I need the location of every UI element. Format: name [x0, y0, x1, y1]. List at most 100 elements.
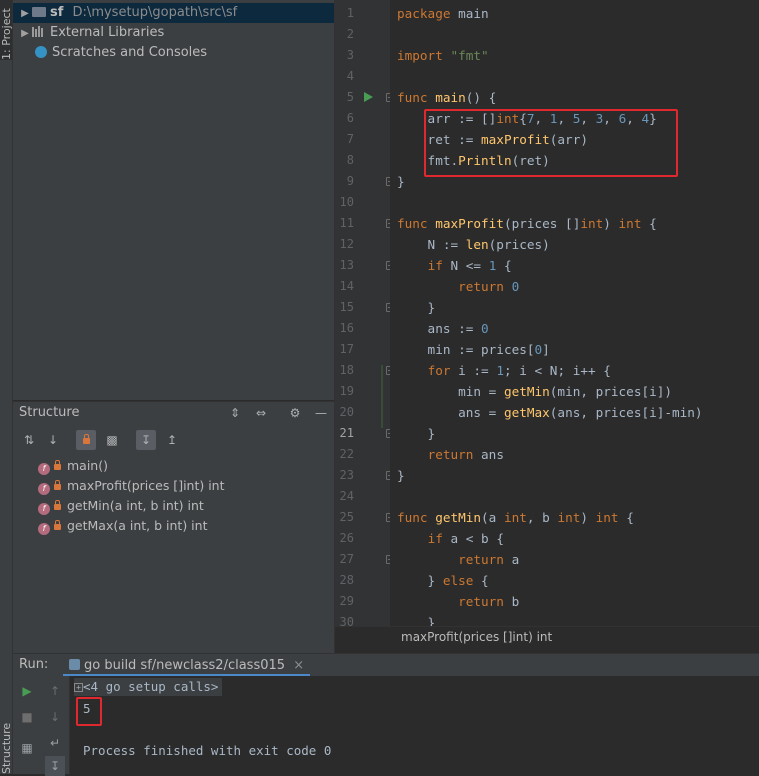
code-line: ans := 0	[397, 321, 489, 336]
line-number: 19	[339, 384, 354, 398]
external-libraries-label: External Libraries	[50, 25, 165, 40]
code-line: func maxProfit(prices []int) int {	[397, 216, 657, 231]
structure-item-label: getMin(a int, b int) int	[67, 498, 204, 513]
code-line: import "fmt"	[397, 48, 489, 63]
code-line: }	[397, 300, 436, 315]
code-line: N := len(prices)	[397, 237, 550, 252]
function-icon: f	[38, 463, 50, 475]
code-line: }	[397, 468, 405, 483]
lock-icon	[54, 480, 61, 490]
line-number: 20	[339, 405, 354, 419]
minimize-icon[interactable]: —	[311, 403, 331, 423]
structure-item-getmax[interactable]: f getMax(a int, b int) int	[38, 516, 207, 536]
down-arrow-icon[interactable]: ↓	[45, 707, 65, 727]
line-number: 14	[339, 279, 354, 293]
expand-icon[interactable]: +	[74, 683, 83, 692]
structure-item-getmin[interactable]: f getMin(a int, b int) int	[38, 496, 204, 516]
chevron-right-icon[interactable]: ▶	[18, 4, 32, 24]
code-editor[interactable]: package main import "fmt" func main() { ar…	[390, 0, 759, 626]
sort-alphabetically-icon[interactable]: ↓	[43, 430, 63, 450]
code-line: func main() {	[397, 90, 497, 105]
lock-icon	[54, 520, 61, 530]
line-number: 22	[339, 447, 354, 461]
run-tab[interactable]: go build sf/newclass2/class015 ×	[63, 654, 311, 677]
structure-title: Structure	[19, 405, 80, 420]
line-number: 12	[339, 237, 354, 251]
chevron-right-icon[interactable]: ▶	[18, 24, 32, 44]
console-actions-bar: ↑ ↓ ↵ ↧	[41, 676, 70, 776]
code-line: package main	[397, 6, 489, 21]
line-number: 11	[339, 216, 354, 230]
code-line: min = getMin(min, prices[i])	[397, 384, 673, 399]
line-number: 9	[346, 174, 354, 188]
line-number: 25	[339, 510, 354, 524]
console-collapsed-label: <4 go setup calls>	[83, 679, 219, 694]
structure-item-maxprofit[interactable]: f maxProfit(prices []int) int	[38, 476, 225, 496]
show-non-public-icon[interactable]	[76, 430, 96, 450]
code-line: if N <= 1 {	[427, 258, 512, 273]
line-number: 4	[346, 69, 354, 83]
line-number: 16	[339, 321, 354, 335]
line-number: 8	[346, 153, 354, 167]
scratches-row[interactable]: Scratches and Consoles	[13, 43, 334, 63]
stop-icon[interactable]: ■	[17, 707, 37, 727]
line-number: 6	[346, 111, 354, 125]
up-arrow-icon[interactable]: ↑	[45, 681, 65, 701]
sort-by-type-icon[interactable]: ⇅	[19, 430, 39, 450]
code-line: return b	[458, 594, 520, 609]
structure-item-label: main()	[67, 458, 108, 473]
function-icon: f	[38, 503, 50, 515]
code-line: } else {	[397, 573, 489, 588]
structure-tool-tab[interactable]: Structure	[0, 716, 13, 774]
line-number: 28	[339, 573, 354, 587]
project-tool-tab[interactable]: 1: Project	[0, 0, 13, 60]
lock-icon	[54, 500, 61, 510]
left-tool-strip: 1: Project Structure	[0, 0, 13, 774]
project-root-row[interactable]: ▶ sf D:\mysetup\gopath\src\sf	[13, 3, 334, 23]
line-number: 21	[339, 426, 354, 440]
line-number: 17	[339, 342, 354, 356]
line-number: 29	[339, 594, 354, 608]
scratches-label: Scratches and Consoles	[52, 45, 208, 60]
structure-header: Structure ⇕ ⇔ ⚙ —	[13, 402, 334, 426]
soft-wrap-icon[interactable]: ↵	[45, 733, 65, 753]
run-gutter-icon[interactable]	[364, 92, 373, 102]
scroll-to-end-icon[interactable]: ↧	[45, 756, 65, 776]
run-tab-title: go build sf/newclass2/class015	[84, 658, 286, 673]
gear-icon[interactable]: ⚙	[285, 403, 305, 423]
line-number: 27	[339, 552, 354, 566]
code-line: return a	[458, 552, 520, 567]
line-number: 18	[339, 363, 354, 377]
layout-icon[interactable]: ▦	[17, 738, 37, 758]
scratches-icon	[35, 46, 47, 58]
project-root-name: sf	[50, 5, 64, 20]
line-number: 15	[339, 300, 354, 314]
line-number: 24	[339, 489, 354, 503]
go-build-icon	[69, 659, 80, 670]
structure-item-label: getMax(a int, b int) int	[67, 518, 208, 533]
rerun-icon[interactable]: ▶	[17, 681, 37, 701]
show-fields-icon[interactable]: ▩	[102, 430, 122, 450]
console-collapsed-calls[interactable]: + <4 go setup calls>	[74, 678, 223, 696]
run-tool-header: Run: go build sf/newclass2/class015 ×	[13, 653, 759, 677]
code-line: func getMin(a int, b int) int {	[397, 510, 634, 525]
code-highlight-box	[424, 109, 678, 177]
autoscroll-from-source-icon[interactable]: ↥	[162, 430, 182, 450]
line-number: 7	[346, 132, 354, 146]
collapse-all-icon[interactable]: ⇔	[251, 403, 271, 423]
project-root-path: D:\mysetup\gopath\src\sf	[72, 5, 238, 20]
code-line: if a < b {	[427, 531, 504, 546]
external-libraries-row[interactable]: ▶ External Libraries	[13, 23, 334, 43]
close-icon[interactable]: ×	[293, 658, 304, 673]
breadcrumb-item[interactable]: maxProfit(prices []int) int	[401, 630, 552, 644]
structure-item-main[interactable]: f main()	[38, 456, 108, 476]
line-number: 2	[346, 27, 354, 41]
line-number: 26	[339, 531, 354, 545]
output-highlight-box	[76, 697, 102, 726]
code-line: }	[397, 174, 405, 189]
editor-gutter: 1 2 3 4 5 6 7 8 9 10 11 12 13 14 15 16 17 18 19 20 21 22 23 24 2…	[335, 0, 395, 629]
expand-all-icon[interactable]: ⇕	[225, 403, 245, 423]
structure-toolbar: ⇅ ↓ ▩ ↧ ↥	[13, 428, 334, 452]
line-number: 1	[346, 6, 354, 20]
autoscroll-to-source-icon[interactable]: ↧	[136, 430, 156, 450]
